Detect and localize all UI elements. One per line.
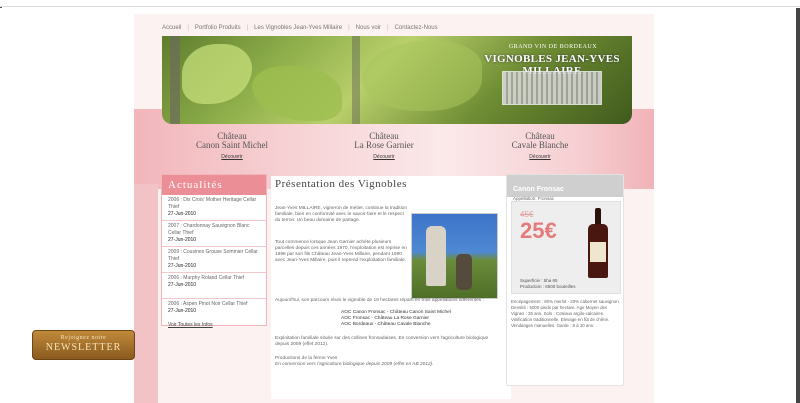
- news-text: 2006 : Murphy Roland Cellar Thief: [168, 275, 245, 281]
- chateau-line2: Canon Saint Michel: [196, 140, 268, 150]
- exploitation-paragraph: Exploitation familiale située sur des co…: [275, 336, 489, 347]
- nav-item-nous-voir[interactable]: Nous voir: [356, 25, 381, 31]
- news-date: 27-Jun-2010: [168, 211, 197, 217]
- chateau-line2: La Rose Garnier: [354, 140, 414, 150]
- header-banner: GRAND VIN DE BORDEAUX VIGNOBLES JEAN-YVE…: [162, 36, 632, 124]
- vine-leaf-image: [182, 44, 252, 104]
- chateau-line2: Cavale Blanche: [511, 140, 569, 150]
- news-text: 2006 : Aspen Pinot Noir Cellar Thief: [168, 301, 248, 307]
- history-paragraph: Tout commence lorsque Jean Garnier achèt…: [275, 240, 407, 263]
- chateau-cavale-blanche: Château Cavale Blanche Découvrir: [480, 132, 600, 162]
- chateau-link-button[interactable]: Découvrir: [172, 153, 292, 162]
- product-production: Production : 6500 bouteilles: [520, 283, 576, 289]
- all-news-link[interactable]: Voir Toutes les Infos: [168, 322, 213, 328]
- product-box: Canon Fronsac Appellation: Fronsac 45€ 2…: [506, 174, 624, 386]
- news-sidebar: Actualités 2006 : Dix Crois' Mother Heri…: [161, 174, 267, 328]
- nav-item-contact[interactable]: Contactez-Nous: [395, 25, 438, 31]
- news-date: 27-Jun-2010: [168, 237, 197, 243]
- top-navigation: Accueil | Portfolio Produits | Les Vignobl…: [162, 25, 438, 31]
- brand-subtitle: GRAND VIN DE BORDEAUX: [508, 44, 598, 50]
- newsletter-line2: NEWSLETTER: [45, 342, 122, 353]
- bio-paragraph: En conversion vers l'agriculture biologi…: [275, 362, 434, 367]
- nav-item-portfolio[interactable]: Portfolio Produits: [195, 25, 241, 31]
- news-item[interactable]: 2009 : Cousines Grouse Sommier Cellar Th…: [162, 247, 266, 273]
- news-text: 2009 : Cousines Grouse Sommier Cellar Th…: [168, 249, 258, 262]
- news-date: 27-Jun-2010: [168, 308, 197, 314]
- news-item[interactable]: 2006 : Murphy Roland Cellar Thief 27-Jun…: [162, 273, 266, 299]
- browser-top-bar: [0, 0, 800, 7]
- right-margin: [654, 8, 800, 403]
- chateau-illustration: [502, 71, 602, 105]
- newsletter-button[interactable]: Rejoignez notre NEWSLETTER: [32, 330, 135, 360]
- chateau-la-rose-garnier: Château La Rose Garnier Découvrir: [324, 132, 444, 162]
- chateau-canon-saint-michel: Château Canon Saint Michel Découvrir: [172, 132, 292, 162]
- intro-paragraph: Jean-Yves MILLAIRE, vigneron de métier, …: [275, 206, 407, 223]
- news-item[interactable]: 2006 : Dix Crois' Mother Heritage Cellar…: [162, 195, 266, 221]
- chateau-link-button[interactable]: Découvrir: [324, 153, 444, 162]
- news-text: 2006 : Dix Crois' Mother Heritage Cellar…: [168, 197, 257, 210]
- nav-item-vignobles[interactable]: Les Vignobles Jean-Yves Millaire: [254, 25, 342, 31]
- appellation-item: AOC Bordeaux - Château Cavale Blanche: [341, 322, 431, 327]
- sidebar-title: Actualités: [162, 175, 266, 195]
- page-title: Présentation des Vignobles: [275, 178, 407, 190]
- vine-post: [170, 36, 180, 124]
- news-date: 27-Jun-2010: [168, 282, 197, 288]
- vine-post: [352, 36, 360, 124]
- product-description: Encépagement : 80% merlot - 20% cabernet…: [511, 299, 620, 328]
- vine-leaf-image: [252, 66, 342, 121]
- product-header: Canon Fronsac Appellation: Fronsac: [507, 175, 623, 201]
- photo-person: [456, 254, 472, 290]
- bottle-label: [590, 242, 606, 262]
- appellations-intro: Aujourd'hui, son parcours réuni le vigno…: [275, 298, 484, 303]
- chateau-link-button[interactable]: Découvrir: [480, 153, 600, 162]
- product-name: Canon Fronsac: [513, 186, 564, 193]
- news-text: 2007 : Chardonnay Sauvignon Blanc Cellar…: [168, 223, 250, 236]
- news-date: 27-Jun-2010: [168, 263, 197, 269]
- photo-person: [426, 226, 446, 286]
- product-image-area[interactable]: 45€ 25€ Superficie : 5ha 65 Production :…: [511, 201, 621, 294]
- vine-leaf-image: [362, 41, 482, 111]
- nav-item-accueil[interactable]: Accueil: [162, 25, 181, 31]
- news-item[interactable]: 2007 : Chardonnay Sauvignon Blanc Cellar…: [162, 221, 266, 247]
- main-content: Présentation des Vignobles Jean-Yves MIL…: [271, 176, 511, 399]
- current-price: 25€: [520, 218, 557, 243]
- product-info: Superficie : 5ha 65 Production : 6500 bo…: [520, 278, 576, 289]
- vineyard-photo: [411, 213, 498, 299]
- pink-side-band: [134, 184, 158, 403]
- right-edge: [796, 8, 800, 403]
- wine-bottle-image: [588, 208, 608, 278]
